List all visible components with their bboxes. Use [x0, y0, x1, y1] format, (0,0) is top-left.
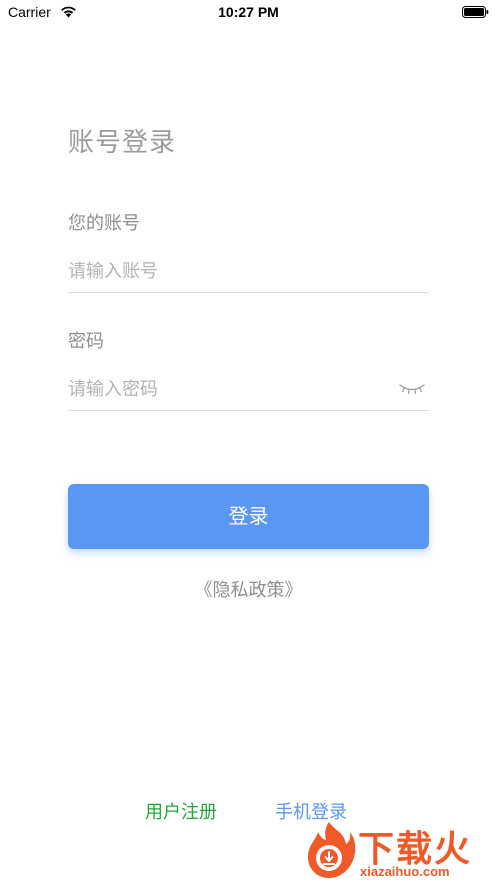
page-title: 账号登录: [68, 128, 177, 158]
password-input[interactable]: [68, 370, 368, 408]
watermark-url: xiazaihuo.com: [360, 864, 450, 879]
watermark: 下载火 xiazaihuo.com: [300, 818, 496, 883]
status-bar: Carrier 10:27 PM: [0, 0, 497, 26]
battery-icon: [462, 6, 489, 18]
login-button[interactable]: 登录: [68, 484, 429, 549]
password-label: 密码: [68, 331, 104, 352]
privacy-policy-link[interactable]: 《隐私政策》: [0, 576, 497, 602]
eye-closed-icon[interactable]: [399, 382, 425, 396]
password-input-row: [68, 370, 429, 411]
register-link[interactable]: 用户注册: [145, 798, 217, 824]
account-input[interactable]: [68, 252, 368, 290]
flame-logo-icon: [308, 822, 356, 878]
clock: 10:27 PM: [218, 4, 279, 20]
account-label: 您的账号: [68, 213, 140, 234]
account-input-row: [68, 252, 429, 293]
